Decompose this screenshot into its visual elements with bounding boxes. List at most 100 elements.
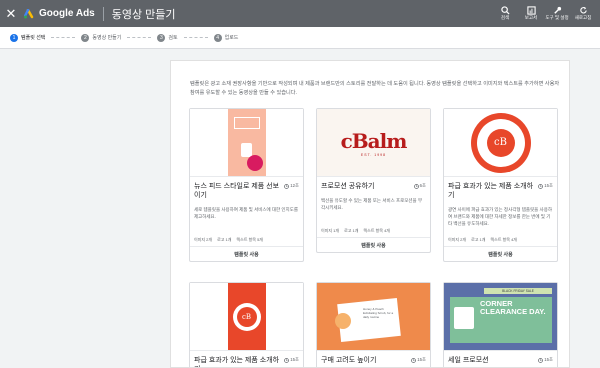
logo-subtitle: EST. 1998 — [360, 152, 387, 157]
image-count: 이미지 2개 — [448, 237, 467, 242]
clock-icon — [284, 183, 290, 189]
google-ads-logo[interactable]: Google Ads — [24, 8, 95, 19]
peach-image — [335, 313, 351, 329]
template-assets: 이미지 2개 로고 1개 텍스트 항목 5개 — [190, 234, 303, 246]
logo-count: 로고 1개 — [217, 237, 232, 242]
template-description: 광연 사이에 파급 효과가 있는 정사각형 템플릿을 사용하여 브랜드와 제품에… — [448, 207, 552, 226]
stepper: 1 템플릿 선택 2 동영상 만들기 3 검토 4 업로드 — [0, 27, 600, 49]
duration: 15초 — [417, 357, 426, 362]
lipstick-product-image — [227, 109, 266, 176]
clock-icon — [538, 357, 544, 363]
step-connector — [183, 37, 208, 38]
template-card-consideration[interactable]: Honey & Peach Exfoliating Scrub, for a d… — [316, 282, 431, 367]
tools-settings-button[interactable]: 도구 및 설정 — [544, 0, 570, 27]
step-label: 검토 — [168, 35, 178, 41]
template-name: 파급 효과가 있는 제품 소개하기 — [448, 183, 534, 199]
search-icon — [500, 6, 510, 15]
template-thumbnail: BLACK FRIDAY SALE CORNER CLEARANCE DAY. — [444, 283, 557, 351]
duration: 15초 — [290, 357, 299, 362]
step-label: 업로드 — [224, 35, 239, 41]
reports-icon — [526, 6, 536, 15]
template-card-ripple-square[interactable]: cB 파급 효과가 있는 제품 소개하기 15초 광연 사이에 파급 효과가 있… — [443, 108, 558, 262]
refresh-label: 새로고침 — [574, 15, 592, 21]
step-number: 1 — [10, 33, 18, 42]
duration: 15초 — [544, 183, 553, 188]
product-caption: Honey & Peach Exfoliating Scrub, for a d… — [363, 307, 394, 319]
search-label: 검색 — [500, 15, 510, 21]
template-assets: 이미지 1개 로고 1개 텍스트 항목 4개 — [317, 225, 430, 237]
step-label: 템플릿 선택 — [21, 35, 46, 41]
brand-logo: cB — [476, 118, 525, 167]
text-count: 텍스트 항목 5개 — [236, 237, 263, 242]
step-number: 4 — [213, 33, 222, 42]
reports-button[interactable]: 보고서 — [518, 0, 544, 27]
use-template-button[interactable]: 템플릿 사용 — [190, 246, 303, 261]
clock-icon — [413, 183, 419, 189]
step-create-video[interactable]: 2 동영상 만들기 — [81, 33, 122, 42]
step-template-select[interactable]: 1 템플릿 선택 — [10, 33, 46, 42]
duration: 6초 — [419, 183, 426, 188]
logo-count: 로고 1개 — [471, 237, 486, 242]
template-name: 뉴스 피드 스타일로 제품 선보이기 — [194, 183, 280, 199]
ripple-logo-circle: cB — [470, 112, 531, 173]
brand-logo: cB — [232, 302, 261, 331]
logo-count: 로고 1개 — [344, 228, 359, 233]
search-button[interactable]: 검색 — [492, 0, 518, 27]
template-thumbnail: Honey & Peach Exfoliating Scrub, for a d… — [317, 283, 430, 351]
clock-icon — [411, 357, 417, 363]
duration: 12초 — [290, 183, 299, 188]
duration-badge: 15초 — [538, 357, 553, 363]
sale-headline: CORNER CLEARANCE DAY. — [480, 299, 546, 316]
template-name: 구매 고려도 높이기 — [321, 357, 377, 364]
top-bar: ✕ Google Ads 동영상 만들기 검색 보고서 도구 및 설정 새로고침 — [0, 0, 600, 27]
text-count: 텍스트 항목 4개 — [363, 228, 390, 233]
template-thumbnail: cB — [444, 109, 557, 177]
duration: 15초 — [544, 357, 553, 362]
template-name: 프로모션 공유하기 — [321, 183, 375, 190]
toolbar: 검색 보고서 도구 및 설정 새로고침 — [492, 0, 596, 27]
template-card-news-feed[interactable]: 뉴스 피드 스타일로 제품 선보이기 12초 세로 템플릿을 사용하여 제품 및… — [189, 108, 304, 262]
tools-settings-label: 도구 및 설정 — [545, 15, 569, 21]
wrench-icon — [553, 6, 561, 14]
template-card-ripple-vertical[interactable]: cB 파급 효과가 있는 제품 소개하기 15초 — [189, 282, 304, 367]
template-name: 파급 효과가 있는 제품 소개하기 — [194, 357, 280, 367]
duration-badge: 15초 — [538, 183, 553, 189]
step-review[interactable]: 3 검토 — [157, 33, 178, 42]
use-template-button[interactable]: 템플릿 사용 — [444, 246, 557, 261]
template-description: 백선을 유도할 수 있는 제품 또는 서비스 프로모션을 부각시키세요. — [321, 198, 423, 210]
template-thumbnail: cB — [190, 283, 303, 351]
template-thumbnail: cBalm EST. 1998 — [317, 109, 430, 177]
duration-badge: 6초 — [413, 183, 426, 189]
vertical-ripple-image: cB — [227, 283, 266, 350]
divider — [102, 6, 104, 21]
step-label: 동영상 만들기 — [92, 35, 122, 41]
template-thumbnail — [190, 109, 303, 177]
template-description: 세로 템플릿을 사용하여 제품 및 서비스에 대한 인지도를 제고하세요. — [194, 207, 298, 219]
refresh-button[interactable]: 새로고침 — [570, 0, 596, 27]
refresh-icon — [579, 6, 587, 14]
duration-badge: 15초 — [284, 357, 299, 363]
step-number: 2 — [81, 33, 90, 42]
step-connector — [51, 37, 76, 38]
price-tag-icon — [454, 307, 474, 329]
close-icon[interactable]: ✕ — [0, 0, 22, 27]
template-card-promotion[interactable]: cBalm EST. 1998 프로모션 공유하기 6초 백선을 유도할 수 있… — [316, 108, 431, 253]
brand-name: Google Ads — [39, 8, 95, 19]
intro-text: 템플릿은 광고 소재 권장사항을 기반으로 작성되며 내 제품과 브랜드만의 스… — [190, 81, 560, 96]
template-card-sale-promotion[interactable]: BLACK FRIDAY SALE CORNER CLEARANCE DAY. … — [443, 282, 558, 367]
reports-label: 보고서 — [524, 15, 538, 21]
balm-logo: cBalm — [340, 128, 408, 153]
google-ads-logo-icon — [24, 8, 34, 18]
image-count: 이미지 2개 — [194, 237, 213, 242]
clock-icon — [284, 357, 290, 363]
page-title: 동영상 만들기 — [111, 8, 176, 21]
step-upload[interactable]: 4 업로드 — [213, 33, 239, 42]
template-assets: 이미지 2개 로고 1개 텍스트 항목 4개 — [444, 234, 557, 246]
duration-badge: 15초 — [411, 357, 426, 363]
text-count: 텍스트 항목 4개 — [490, 237, 517, 242]
image-count: 이미지 1개 — [321, 228, 340, 233]
clock-icon — [538, 183, 544, 189]
use-template-button[interactable]: 템플릿 사용 — [317, 237, 430, 252]
step-number: 3 — [157, 33, 166, 42]
step-connector — [127, 37, 152, 38]
